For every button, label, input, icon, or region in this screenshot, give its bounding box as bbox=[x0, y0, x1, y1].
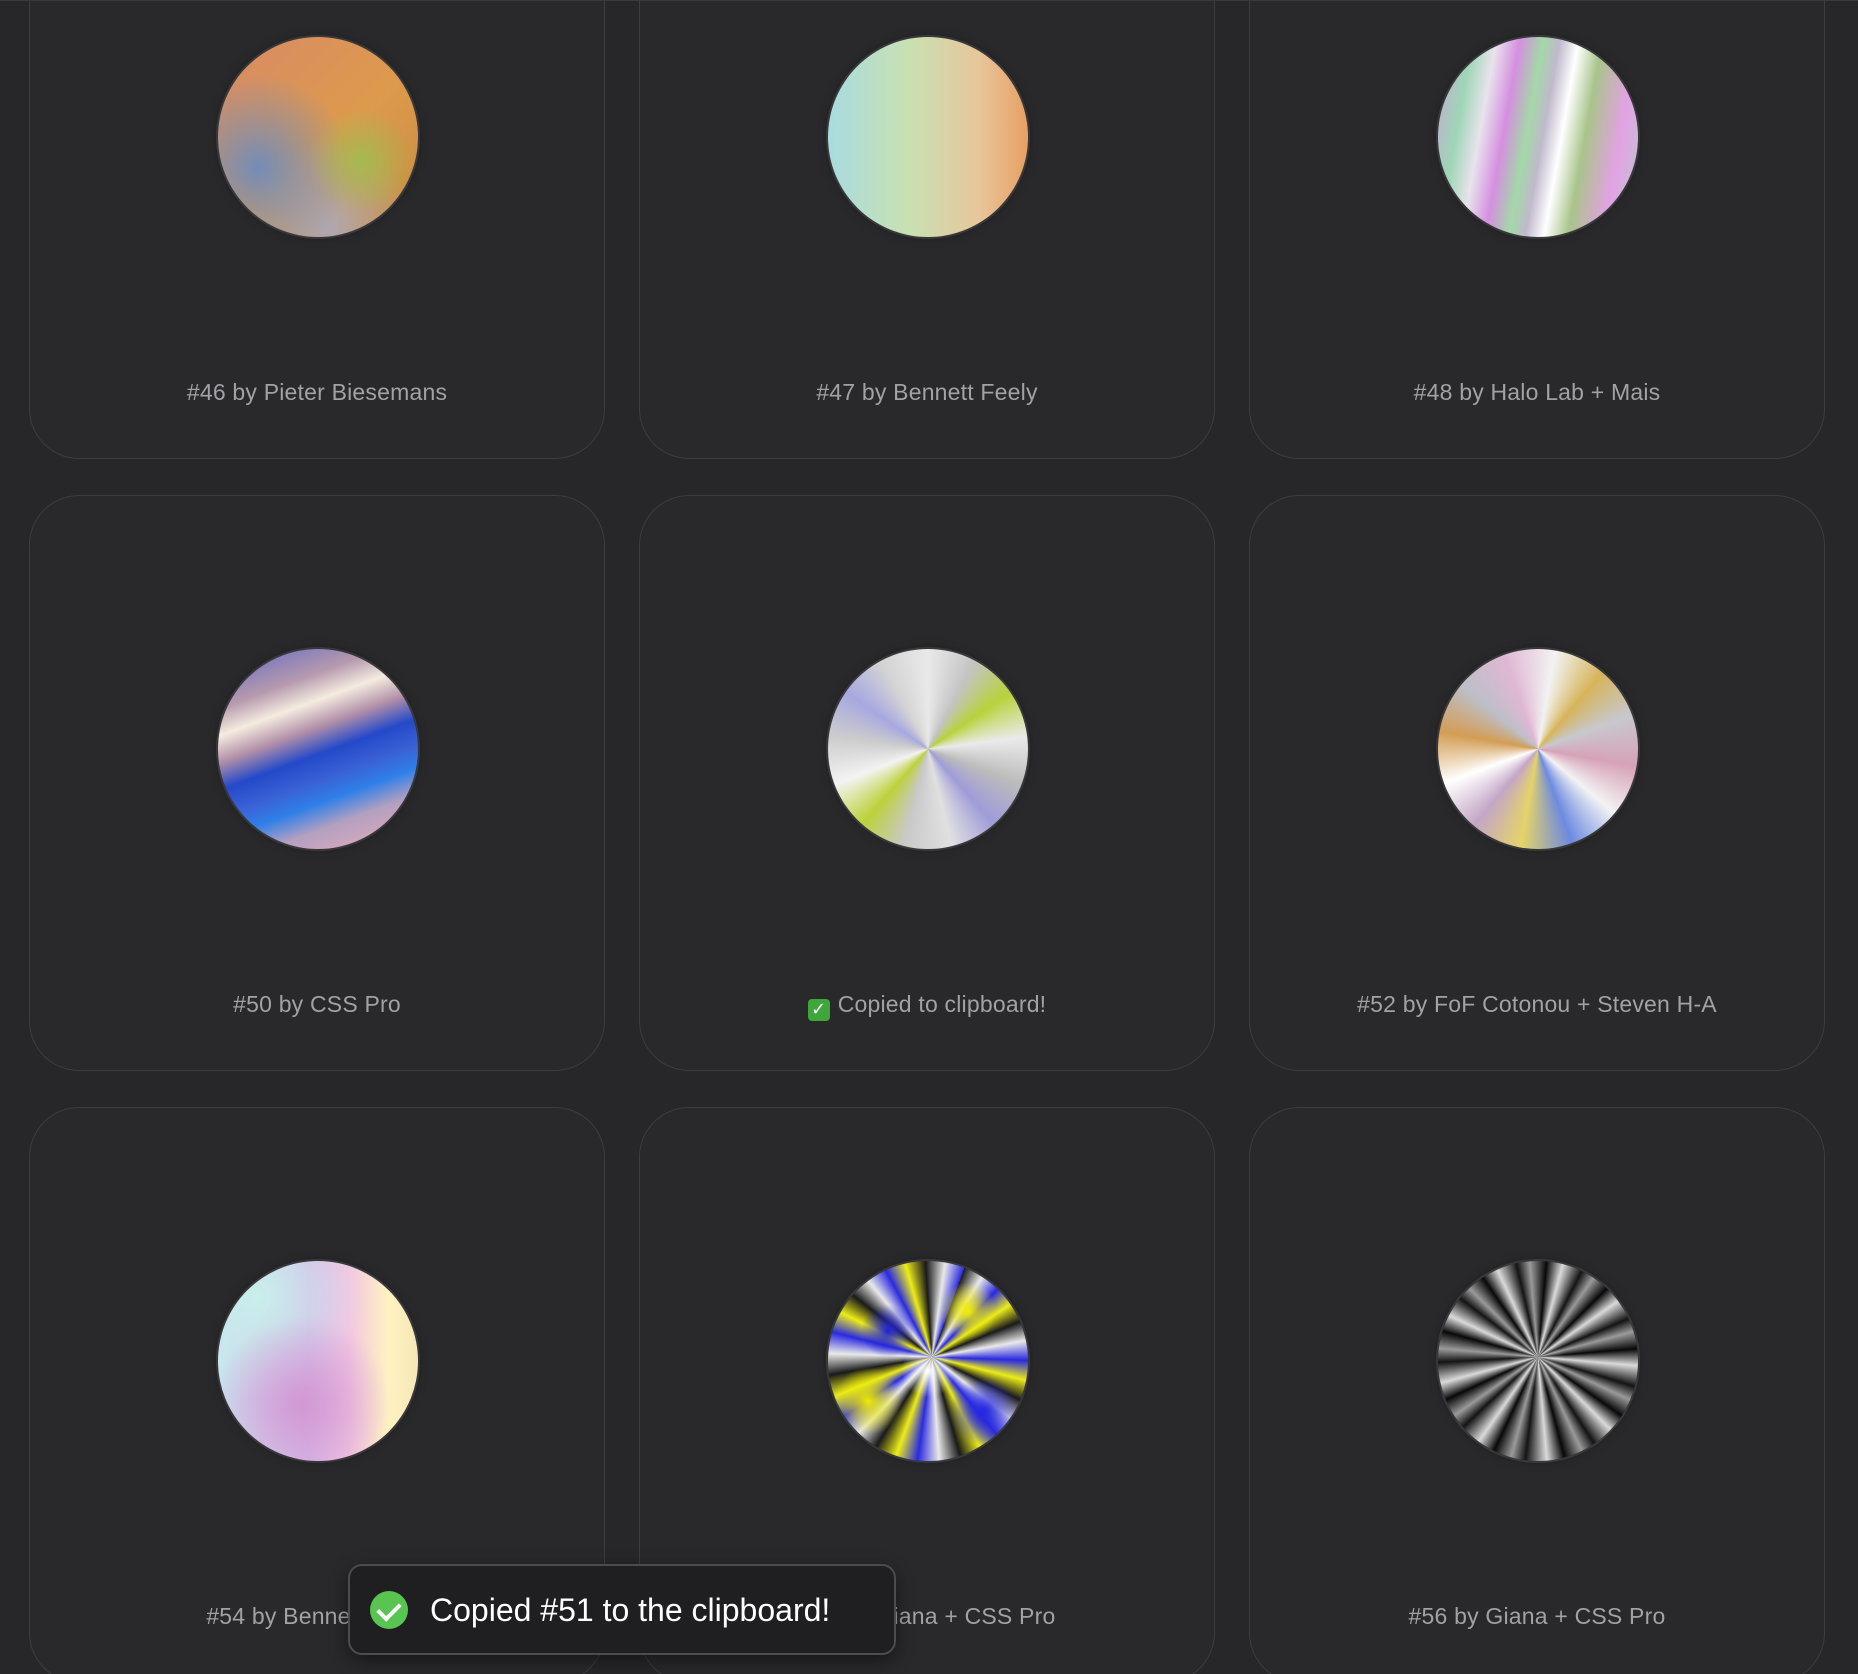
card-caption-copied: ✓ Copied to clipboard! bbox=[640, 991, 1214, 1021]
gradient-orb[interactable] bbox=[828, 649, 1028, 849]
gradient-gallery: #46 by Pieter Biesemans #47 by Bennett F… bbox=[0, 0, 1858, 1674]
gradient-card-46[interactable]: #46 by Pieter Biesemans bbox=[29, 1, 605, 459]
toast-message: Copied #51 to the clipboard! bbox=[430, 1592, 831, 1628]
gradient-card-51[interactable]: ✓ Copied to clipboard! bbox=[639, 495, 1215, 1071]
gradient-card-48[interactable]: #48 by Halo Lab + Mais bbox=[1249, 1, 1825, 459]
check-mark-button-icon: ✓ bbox=[807, 999, 830, 1021]
copied-toast[interactable]: Copied #51 to the clipboard! bbox=[348, 1564, 896, 1655]
card-caption: #50 by CSS Pro bbox=[233, 991, 401, 1017]
card-caption: #56 by Giana + CSS Pro bbox=[1408, 1603, 1666, 1629]
card-caption: #46 by Pieter Biesemans bbox=[186, 379, 448, 405]
gradient-orb[interactable] bbox=[828, 1261, 1028, 1461]
gradient-orb[interactable] bbox=[218, 649, 418, 849]
copied-label: Copied to clipboard! bbox=[837, 991, 1047, 1017]
gradient-orb[interactable] bbox=[828, 37, 1028, 237]
gradient-card-50[interactable]: #50 by CSS Pro bbox=[29, 495, 605, 1071]
check-circle-icon bbox=[370, 1591, 408, 1629]
gradient-card-47[interactable]: #47 by Bennett Feely bbox=[639, 1, 1215, 459]
gradient-orb[interactable] bbox=[1438, 1261, 1638, 1461]
card-caption: #52 by FoF Cotonou + Steven H-A bbox=[1357, 991, 1717, 1017]
gradient-card-52[interactable]: #52 by FoF Cotonou + Steven H-A bbox=[1249, 495, 1825, 1071]
gradient-orb[interactable] bbox=[1438, 37, 1638, 237]
gradient-orb[interactable] bbox=[218, 37, 418, 237]
gradient-card-56[interactable]: #56 by Giana + CSS Pro bbox=[1249, 1107, 1825, 1674]
gradient-orb[interactable] bbox=[1438, 649, 1638, 849]
card-caption: #47 by Bennett Feely bbox=[816, 379, 1038, 405]
card-caption: #48 by Halo Lab + Mais bbox=[1413, 379, 1661, 405]
gradient-orb[interactable] bbox=[218, 1261, 418, 1461]
